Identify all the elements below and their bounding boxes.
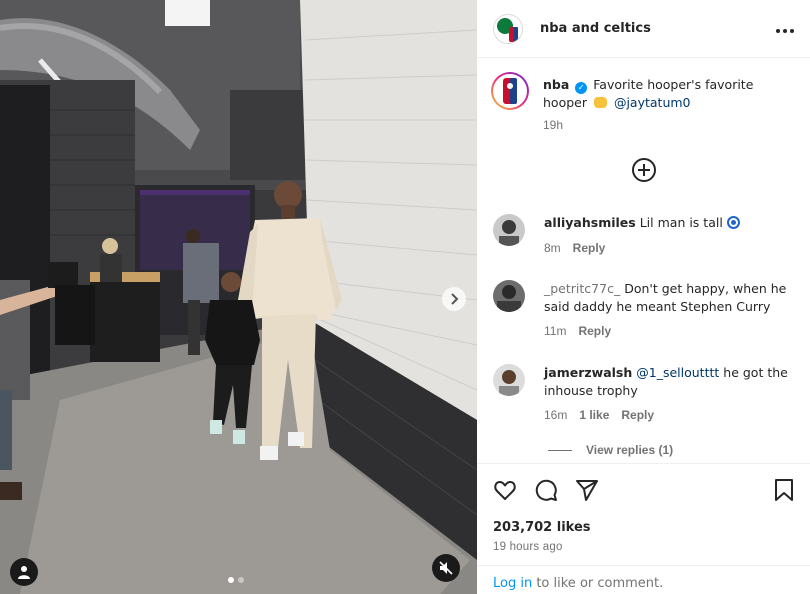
post-actions-section: 203,702 likes 19 hours ago Log in to lik… [477,463,810,594]
account-name[interactable]: nba and celtics [540,21,651,36]
comment-icon[interactable] [534,478,558,502]
caption-username[interactable]: nba [543,77,569,92]
avatar-image [493,214,525,246]
post-media[interactable] [0,0,477,594]
next-media-button[interactable] [442,287,466,311]
send-icon[interactable] [575,478,599,502]
verified-badge-icon: ✓ [575,82,588,94]
likes-count[interactable]: 203,702 likes [493,520,591,535]
avatar-image [493,280,525,312]
blue-eye-emoji-icon [726,216,740,229]
tagged-users-button[interactable] [10,558,38,586]
view-replies-button[interactable]: View replies (1) [548,443,673,457]
avatar-image [493,364,525,396]
more-options-button[interactable] [776,18,794,39]
commenter-avatar[interactable] [493,280,525,312]
caption-mention[interactable]: @jaytatum0 [614,95,691,110]
bookmark-icon[interactable] [773,478,795,502]
comment-time: 11m [544,324,567,338]
account-avatar[interactable] [493,13,523,44]
caption-time: 19h [543,118,564,132]
comment-likes[interactable]: 1 like [579,408,609,422]
speaker-muted-icon [439,561,453,575]
reply-button[interactable]: Reply [621,408,654,422]
carousel-indicator [228,577,244,583]
comment-body: Lil man is tall [639,215,723,230]
handshake-emoji-icon [593,97,607,108]
login-link[interactable]: Log in [493,576,532,591]
user-tag-icon [18,566,30,579]
comment-time: 8m [544,241,561,255]
carousel-dot [238,577,244,583]
comment-username[interactable]: _petritc77c_ [544,281,620,296]
comment-time: 16m [544,408,568,422]
post-details-panel: nba and celtics nba ✓ Favorite hooper's … [477,0,810,594]
login-rest: to like or comment. [532,576,664,591]
view-replies-label: View replies (1) [586,443,674,457]
heart-icon[interactable] [493,478,517,502]
comment-text: alliyahsmiles Lil man is tall [544,214,794,232]
comment-text: jamerzwalsh @1_selloutttt he got the inh… [544,364,794,400]
reply-button[interactable]: Reply [573,241,606,255]
post-photo [0,0,477,594]
login-prompt: Log in to like or comment. [477,565,810,594]
chevron-right-icon [451,293,459,305]
comment-username[interactable]: alliyahsmiles [544,215,636,230]
comment-text: _petritc77c_ Don't get happy, when he sa… [544,280,794,316]
post-timestamp: 19 hours ago [493,541,563,553]
comment-meta: 8m Reply [544,241,605,255]
more-horizontal-icon [776,29,794,33]
commenter-avatar[interactable] [493,364,525,396]
commenter-avatar[interactable] [493,214,525,246]
replies-divider [548,449,572,451]
comment-mention[interactable]: @1_selloutttt [636,365,719,380]
caption-avatar[interactable] [491,72,529,110]
load-more-comments-button[interactable] [632,158,656,182]
comment-username[interactable]: jamerzwalsh [544,365,632,380]
post-header: nba and celtics [477,0,810,58]
action-bar [493,478,795,504]
mute-toggle-button[interactable] [432,554,460,582]
caption-text: nba ✓ Favorite hooper's favorite hooper … [543,76,773,112]
carousel-dot [228,577,234,583]
reply-button[interactable]: Reply [578,324,611,338]
nba-logo-icon [503,78,517,104]
nba-celtics-logo-icon [497,17,518,42]
comment-meta: 11m Reply [544,324,611,338]
comment-meta: 16m 1 like Reply [544,408,654,422]
